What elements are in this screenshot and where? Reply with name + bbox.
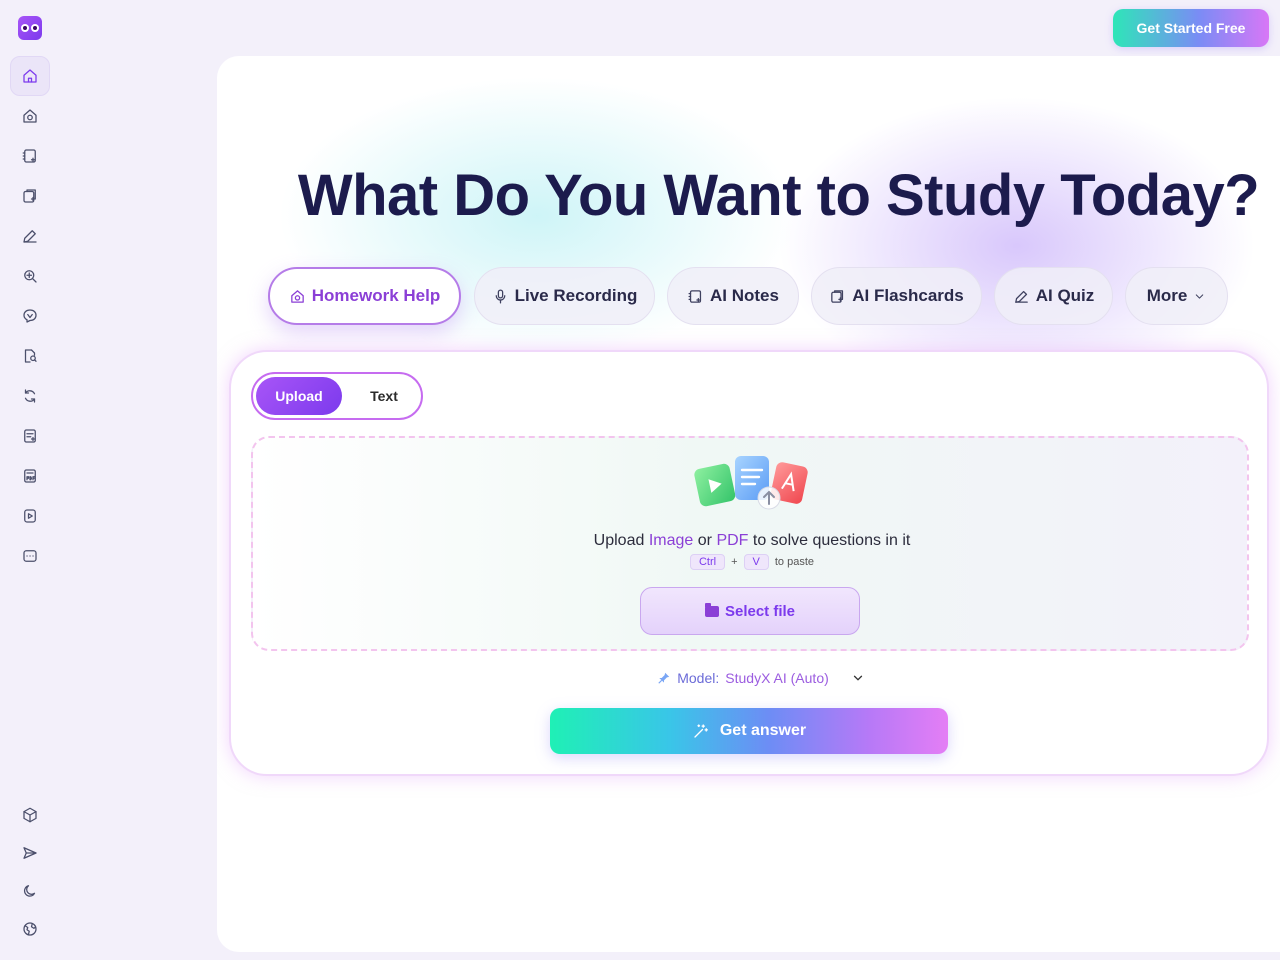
- tab-live-recording[interactable]: Live Recording: [474, 267, 655, 325]
- get-started-free-button[interactable]: Get Started Free: [1113, 9, 1269, 47]
- model-value: StudyX AI (Auto): [725, 670, 829, 686]
- upload-dropzone[interactable]: Upload Image or PDF to solve questions i…: [251, 436, 1249, 651]
- model-selector[interactable]: Model: StudyX AI (Auto): [231, 670, 1271, 686]
- sidebar-item-cube[interactable]: [10, 795, 50, 835]
- tab-ai-flashcards[interactable]: AI Flashcards: [811, 267, 982, 325]
- homework-camera-icon: [290, 289, 304, 303]
- search-plus-icon: [24, 270, 37, 283]
- tab-label: AI Quiz: [1035, 286, 1095, 305]
- sidebar-item-essay[interactable]: [10, 416, 50, 456]
- page-title: What Do You Want to Study Today?: [297, 163, 1260, 228]
- tab-ai-quiz[interactable]: AI Quiz: [994, 267, 1113, 325]
- magic-wand-icon: [694, 724, 708, 738]
- tab-more[interactable]: More: [1125, 267, 1228, 325]
- pdf-icon: [24, 469, 36, 483]
- chevron-down-icon: [1196, 293, 1204, 299]
- sidebar-item-send[interactable]: [10, 833, 50, 873]
- main-panel: What Do You Want to Study Today? Homewor…: [217, 56, 1280, 952]
- video-icon: [24, 509, 36, 523]
- get-answer-label: Get answer: [719, 722, 807, 739]
- sidebar-item-notes[interactable]: [10, 136, 50, 176]
- upload-suffix-text: to solve questions in it: [752, 532, 911, 549]
- sidebar-item-search[interactable]: [10, 256, 50, 296]
- chat-ai-icon: [23, 309, 37, 323]
- get-answer-button[interactable]: Get answer: [550, 708, 948, 754]
- microphone-icon: [495, 288, 505, 304]
- flashcards-icon: [23, 189, 36, 203]
- send-icon: [23, 847, 37, 859]
- tab-homework-help[interactable]: Homework Help: [268, 267, 461, 325]
- more-chat-icon: [23, 550, 37, 562]
- upload-mode-button[interactable]: Upload: [256, 377, 342, 415]
- cube-icon: [23, 807, 37, 823]
- image-keyword: Image: [648, 532, 694, 549]
- tab-label: More: [1146, 286, 1188, 305]
- chevron-down-icon[interactable]: [851, 671, 865, 685]
- tab-label: Homework Help: [311, 286, 441, 305]
- input-mode-toggle: Upload Text: [251, 372, 423, 420]
- sidebar-item-chat[interactable]: [10, 296, 50, 336]
- document-search-icon: [24, 349, 37, 363]
- paste-hint-text: to paste: [774, 556, 815, 568]
- sidebar-item-refresh[interactable]: [10, 376, 50, 416]
- sidebar-item-document-search[interactable]: [10, 336, 50, 376]
- notes-icon: [22, 149, 36, 163]
- select-file-button[interactable]: Select file: [640, 587, 860, 635]
- flashcards-icon: [831, 289, 844, 303]
- owl-logo-icon[interactable]: [18, 16, 42, 40]
- tab-label: AI Notes: [710, 286, 779, 305]
- select-file-label: Select file: [724, 602, 796, 620]
- essay-icon: [24, 429, 36, 443]
- language-globe-icon: [23, 922, 37, 936]
- quiz-pen-icon: [1014, 290, 1028, 303]
- pdf-keyword: PDF: [716, 532, 749, 549]
- home-icon: [23, 69, 37, 83]
- upload-prefix-text: Upload: [593, 532, 645, 549]
- or-text: or: [697, 532, 712, 549]
- sidebar-item-pdf[interactable]: [10, 456, 50, 496]
- model-label: Model:: [677, 670, 720, 686]
- tab-label: Live Recording: [514, 286, 638, 305]
- sidebar-item-video[interactable]: [10, 496, 50, 536]
- sidebar-item-language[interactable]: [10, 909, 50, 949]
- text-mode-button[interactable]: Text: [349, 377, 419, 415]
- ctrl-key: Ctrl: [689, 554, 726, 570]
- tab-label: AI Flashcards: [852, 286, 964, 305]
- tab-ai-notes[interactable]: AI Notes: [667, 267, 799, 325]
- moon-icon: [24, 885, 36, 897]
- sidebar-item-home[interactable]: [10, 56, 50, 96]
- homework-card: Upload Text Upload Image or PDF to solve…: [229, 350, 1269, 776]
- sidebar-item-flashcards[interactable]: [10, 176, 50, 216]
- upload-instructions: Upload Image or PDF to solve questions i…: [253, 532, 1251, 550]
- sidebar-item-quiz[interactable]: [10, 216, 50, 256]
- sidebar-item-theme[interactable]: [10, 871, 50, 911]
- sidebar-item-homework[interactable]: [10, 96, 50, 136]
- paste-shortcut-hint: Ctrl + V to paste: [253, 554, 1251, 570]
- sidebar-item-more[interactable]: [10, 536, 50, 576]
- homework-camera-icon: [23, 109, 37, 123]
- pin-sparkle-icon: [658, 672, 670, 684]
- folder-icon: [704, 602, 719, 617]
- v-key: V: [743, 554, 769, 570]
- quiz-pen-icon: [23, 230, 37, 243]
- notes-icon: [688, 289, 702, 303]
- refresh-icon: [24, 389, 36, 403]
- plus-sign: +: [731, 556, 738, 568]
- file-types-illustration-icon: [694, 456, 808, 510]
- sidebar: [0, 0, 60, 960]
